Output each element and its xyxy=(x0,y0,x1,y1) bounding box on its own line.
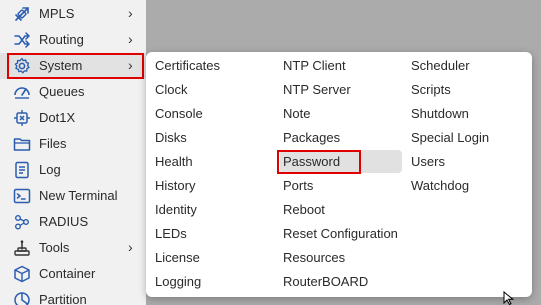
sidebar-item-mpls[interactable]: MPLS › xyxy=(0,1,146,27)
folder-icon xyxy=(12,135,32,153)
submenu-item-packages[interactable]: Packages xyxy=(283,126,340,150)
submenu-item-history[interactable]: History xyxy=(155,174,195,198)
submenu-item-shutdown[interactable]: Shutdown xyxy=(411,102,469,126)
sidebar-item-label: Container xyxy=(39,266,96,281)
sidebar-item-label: Partition xyxy=(39,292,87,305)
chevron-right-icon: › xyxy=(128,31,133,47)
sidebar-nav: MPLS › Routing › System › Queues Dot1X F… xyxy=(0,0,146,305)
submenu-item-leds[interactable]: LEDs xyxy=(155,222,187,246)
mpls-icon xyxy=(12,5,32,23)
sidebar-item-routing[interactable]: Routing › xyxy=(0,27,146,53)
submenu-item-ntp-server[interactable]: NTP Server xyxy=(283,78,351,102)
submenu-item-ports[interactable]: Ports xyxy=(283,174,313,198)
gear-icon xyxy=(12,57,32,75)
queues-icon xyxy=(12,83,32,101)
submenu-item-resources[interactable]: Resources xyxy=(283,246,345,270)
submenu-item-ntp-client[interactable]: NTP Client xyxy=(283,54,346,78)
chevron-right-icon: › xyxy=(128,239,133,255)
submenu-item-reboot[interactable]: Reboot xyxy=(283,198,325,222)
submenu-item-scheduler[interactable]: Scheduler xyxy=(411,54,470,78)
submenu-item-license[interactable]: License xyxy=(155,246,200,270)
terminal-icon xyxy=(12,187,32,205)
sidebar-item-label: Files xyxy=(39,136,67,151)
sidebar-item-label: Dot1X xyxy=(39,110,76,125)
chevron-right-icon: › xyxy=(128,5,133,21)
submenu-item-identity[interactable]: Identity xyxy=(155,198,197,222)
dot1x-icon xyxy=(12,109,32,127)
submenu-item-special-login[interactable]: Special Login xyxy=(411,126,489,150)
submenu-item-users[interactable]: Users xyxy=(411,150,445,174)
submenu-item-disks[interactable]: Disks xyxy=(155,126,187,150)
sidebar-item-label: RADIUS xyxy=(39,214,89,229)
submenu-item-watchdog[interactable]: Watchdog xyxy=(411,174,469,198)
mouse-cursor-icon xyxy=(503,290,515,305)
routing-icon xyxy=(12,31,32,49)
sidebar-item-system[interactable]: System › xyxy=(0,53,146,79)
sidebar-item-label: MPLS xyxy=(39,6,75,21)
sidebar-item-tools[interactable]: Tools › xyxy=(0,235,146,261)
submenu-item-reset-configuration[interactable]: Reset Configuration xyxy=(283,222,398,246)
sidebar-item-label: Tools xyxy=(39,240,70,255)
submenu-item-console[interactable]: Console xyxy=(155,102,203,126)
sidebar-item-partition[interactable]: Partition xyxy=(0,287,146,305)
sidebar-item-label: Log xyxy=(39,162,61,177)
radius-icon xyxy=(12,213,32,231)
sidebar-item-radius[interactable]: RADIUS xyxy=(0,209,146,235)
sidebar-item-files[interactable]: Files xyxy=(0,131,146,157)
submenu-item-certificates[interactable]: Certificates xyxy=(155,54,220,78)
submenu-item-logging[interactable]: Logging xyxy=(155,270,201,294)
sidebar-item-queues[interactable]: Queues xyxy=(0,79,146,105)
tools-icon xyxy=(12,239,32,257)
log-icon xyxy=(12,161,32,179)
submenu-item-password[interactable]: Password xyxy=(283,150,340,174)
sidebar-item-label: New Terminal xyxy=(39,188,118,203)
sidebar-item-container[interactable]: Container xyxy=(0,261,146,287)
submenu-item-scripts[interactable]: Scripts xyxy=(411,78,451,102)
submenu-item-routerboard[interactable]: RouterBOARD xyxy=(283,270,368,294)
submenu-item-health[interactable]: Health xyxy=(155,150,193,174)
sidebar-item-new-terminal[interactable]: New Terminal xyxy=(0,183,146,209)
submenu-item-note[interactable]: Note xyxy=(283,102,310,126)
container-icon xyxy=(12,265,32,283)
chevron-right-icon: › xyxy=(128,57,133,73)
sidebar-item-label: Queues xyxy=(39,84,85,99)
partition-icon xyxy=(12,291,32,305)
sidebar-item-dot1x[interactable]: Dot1X xyxy=(0,105,146,131)
system-submenu: Certificates Clock Console Disks Health … xyxy=(146,52,532,297)
sidebar-item-label: System xyxy=(39,58,83,73)
sidebar-item-log[interactable]: Log xyxy=(0,157,146,183)
submenu-item-clock[interactable]: Clock xyxy=(155,78,188,102)
sidebar-item-label: Routing xyxy=(39,32,84,47)
